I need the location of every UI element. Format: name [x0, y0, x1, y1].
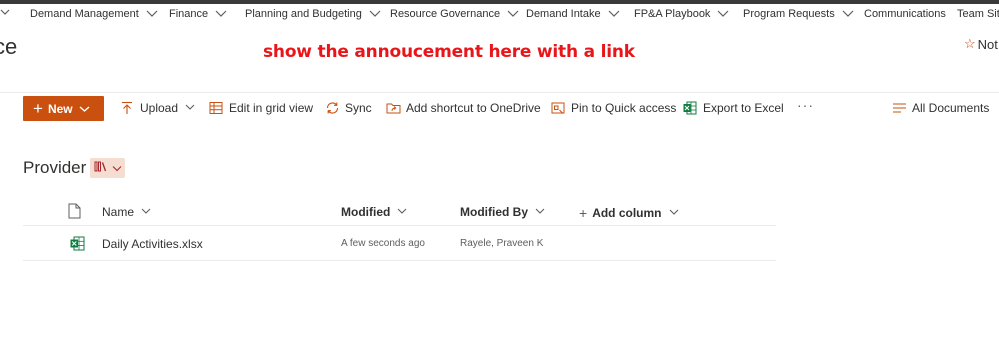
- name-column-label: Name: [102, 205, 135, 219]
- view-switcher[interactable]: All Documents: [892, 101, 989, 115]
- chevron-down-icon: [534, 207, 548, 217]
- nav-item-label: Resource Governance: [390, 8, 501, 20]
- document-list: Name Modified Modified By + Add column D…: [23, 197, 776, 261]
- chevron-down-icon: [607, 9, 621, 19]
- star-icon: ☆: [964, 36, 976, 51]
- nav-item-label: FP&A Playbook: [634, 8, 711, 20]
- edit-grid-view-label: Edit in grid view: [229, 101, 314, 115]
- new-button[interactable]: + New: [23, 96, 104, 121]
- plus-icon: +: [579, 205, 588, 221]
- follow-button[interactable]: ☆ Not: [964, 36, 998, 52]
- modified-column-label: Modified: [341, 205, 391, 219]
- modified-value: A few seconds ago: [341, 238, 425, 249]
- export-excel-label: Export to Excel: [703, 101, 784, 115]
- list-view-icon: [892, 101, 907, 115]
- follow-label: Not: [977, 36, 998, 52]
- file-name-link[interactable]: Daily Activities.xlsx: [102, 237, 203, 251]
- nav-item-demand-intake[interactable]: Demand Intake: [526, 8, 621, 20]
- plus-icon: +: [33, 99, 43, 118]
- nav-item-label: Demand Management: [30, 8, 139, 20]
- chevron-down-icon: [668, 208, 682, 218]
- edit-grid-view-button[interactable]: Edit in grid view: [209, 101, 313, 115]
- nav-item-communications[interactable]: Communications: [864, 8, 946, 20]
- chevron-down-icon: [368, 9, 382, 19]
- chevron-down-icon: [214, 9, 228, 19]
- name-column-header[interactable]: Name: [102, 205, 154, 219]
- chevron-down-icon: [506, 9, 520, 19]
- nav-item-label: Demand Intake: [526, 8, 601, 20]
- announcement-link[interactable]: show the annoucement here with a link: [263, 42, 635, 62]
- sync-icon: [325, 101, 340, 115]
- document-icon: [68, 203, 81, 222]
- nav-item-finance[interactable]: Finance: [169, 8, 228, 20]
- chevron-down-icon: [140, 207, 154, 217]
- nav-item-label: Finance: [169, 8, 209, 20]
- command-bar: + New Upload Edit in grid view Sync Add …: [0, 93, 999, 125]
- shortcut-folder-icon: [386, 101, 401, 115]
- pin-icon: [551, 101, 566, 115]
- chevron-down-icon: [145, 9, 159, 19]
- chevron-down-icon: [0, 8, 14, 18]
- list-header: Name Modified Modified By + Add column: [23, 197, 776, 226]
- grid-icon: [209, 101, 224, 115]
- add-shortcut-label: Add shortcut to OneDrive: [406, 101, 541, 115]
- nav-item-demand-management[interactable]: Demand Management: [30, 8, 159, 20]
- file-type-column-header[interactable]: [68, 203, 81, 222]
- nav-prev-chevron[interactable]: [0, 8, 14, 18]
- modified-by-column-header[interactable]: Modified By: [460, 205, 548, 219]
- nav-item-label: Planning and Budgeting: [245, 8, 362, 20]
- sync-label: Sync: [345, 101, 372, 115]
- library-title: Provider: [23, 158, 87, 177]
- chevron-down-icon: [396, 207, 410, 217]
- upload-icon: [120, 101, 135, 115]
- add-shortcut-button[interactable]: Add shortcut to OneDrive: [386, 101, 541, 115]
- nav-item-team-site[interactable]: Team Site: [957, 8, 999, 20]
- nav-item-fpa-playbook[interactable]: FP&A Playbook: [634, 8, 730, 20]
- chevron-down-icon: [112, 159, 122, 177]
- nav-item-planning-and-budgeting[interactable]: Planning and Budgeting: [245, 8, 382, 20]
- library-icon: [94, 159, 108, 177]
- modified-by-column-label: Modified By: [460, 205, 528, 219]
- pin-quick-access-label: Pin to Quick access: [571, 101, 677, 115]
- library-options-button[interactable]: [90, 158, 125, 178]
- modified-by-link[interactable]: Rayele, Praveen K: [460, 238, 543, 249]
- nav-item-label: Team Site: [957, 8, 999, 20]
- site-title[interactable]: ce: [0, 34, 17, 60]
- nav-item-program-requests[interactable]: Program Requests: [743, 8, 855, 20]
- export-excel-button[interactable]: Export to Excel: [683, 101, 784, 115]
- add-column-label: Add column: [592, 206, 662, 220]
- table-row[interactable]: Daily Activities.xlsx A few seconds ago …: [23, 226, 776, 261]
- pin-quick-access-button[interactable]: Pin to Quick access: [551, 101, 676, 115]
- excel-file-icon: [70, 236, 85, 254]
- excel-icon: [683, 101, 698, 115]
- nav-item-label: Program Requests: [743, 8, 835, 20]
- modified-column-header[interactable]: Modified: [341, 205, 410, 219]
- view-switcher-label: All Documents: [912, 101, 990, 115]
- chevron-down-icon: [841, 9, 855, 19]
- new-button-label: New: [47, 101, 73, 116]
- upload-button[interactable]: Upload: [120, 101, 198, 115]
- chevron-down-icon: [716, 9, 730, 19]
- more-actions-button[interactable]: ···: [797, 97, 814, 113]
- chevron-down-icon: [184, 103, 198, 113]
- nav-item-label: Communications: [864, 8, 946, 20]
- hub-navigation: Demand Management Finance Planning and B…: [0, 4, 999, 26]
- chevron-down-icon: [79, 102, 90, 116]
- nav-item-resource-governance[interactable]: Resource Governance: [390, 8, 520, 20]
- sync-button[interactable]: Sync: [325, 101, 372, 115]
- upload-label: Upload: [140, 101, 179, 115]
- add-column-button[interactable]: + Add column: [579, 205, 682, 221]
